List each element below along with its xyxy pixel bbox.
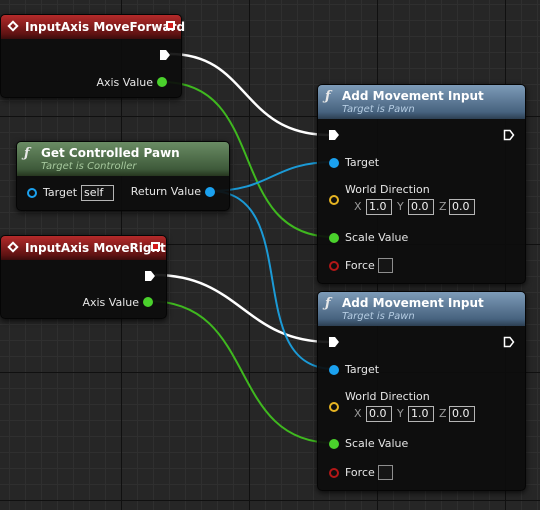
world-direction-pin[interactable]: [329, 195, 339, 205]
target-pin[interactable]: [27, 188, 37, 198]
float-wire-right: [147, 300, 335, 444]
force-checkbox[interactable]: [378, 465, 393, 480]
target-pin[interactable]: [329, 158, 339, 168]
y-field[interactable]: 0.0: [408, 199, 434, 215]
event-diamond-icon: [7, 20, 19, 32]
node-title: InputAxis MoveForward: [25, 20, 186, 34]
node-header[interactable]: ƒ Add Movement Input Target is Pawn: [318, 85, 525, 119]
add-movement-input-node-1[interactable]: ƒ Add Movement Input Target is Pawn Targ…: [317, 84, 526, 284]
exec-in-pin[interactable]: [328, 336, 340, 348]
output-delegate-pin[interactable]: [166, 21, 175, 30]
add-movement-input-node-2[interactable]: ƒ Add Movement Input Target is Pawn Targ…: [317, 291, 526, 491]
exec-out-pin[interactable]: [159, 49, 171, 61]
scale-value-pin[interactable]: [329, 233, 339, 243]
scale-value-label: Scale Value: [345, 437, 409, 450]
force-pin[interactable]: [329, 261, 339, 271]
node-header[interactable]: ƒ Add Movement Input Target is Pawn: [318, 292, 525, 326]
scale-value-label: Scale Value: [345, 231, 409, 244]
function-icon: ƒ: [24, 146, 30, 161]
exec-out-pin[interactable]: [503, 336, 515, 348]
force-pin[interactable]: [329, 468, 339, 478]
output-delegate-pin[interactable]: [151, 242, 160, 251]
exec-wire-right: [154, 273, 331, 344]
y-label: Y: [397, 200, 404, 213]
node-subtitle: Target is Controller: [41, 161, 137, 172]
node-title: Get Controlled Pawn: [41, 146, 180, 160]
node-subtitle: Target is Pawn: [342, 311, 415, 322]
x-field[interactable]: 1.0: [366, 199, 392, 215]
target-label: Target: [345, 156, 380, 169]
x-label: X: [354, 200, 362, 213]
return-value-label: Return Value: [130, 185, 201, 198]
y-field[interactable]: 1.0: [408, 406, 434, 422]
z-field[interactable]: 0.0: [449, 199, 475, 215]
object-wire-move2: [209, 190, 335, 370]
z-label: Z: [439, 200, 447, 213]
force-label: Force: [345, 466, 375, 479]
axis-value-pin[interactable]: [157, 77, 167, 87]
z-field[interactable]: 0.0: [449, 406, 475, 422]
exec-wire-forward: [169, 52, 331, 137]
node-subtitle: Target is Pawn: [342, 104, 415, 115]
exec-out-pin[interactable]: [503, 129, 515, 141]
function-icon: ƒ: [325, 296, 331, 311]
z-label: Z: [439, 407, 447, 420]
axis-value-pin[interactable]: [143, 297, 153, 307]
force-label: Force: [345, 259, 375, 272]
node-header[interactable]: InputAxis MoveRight: [1, 236, 166, 260]
axis-value-label: Axis Value: [82, 296, 139, 309]
target-label: Target: [345, 363, 380, 376]
node-title: Add Movement Input: [342, 296, 484, 310]
scale-value-pin[interactable]: [329, 439, 339, 449]
exec-out-pin[interactable]: [144, 270, 156, 282]
x-label: X: [354, 407, 362, 420]
force-checkbox[interactable]: [378, 258, 393, 273]
world-direction-label: World Direction: [345, 390, 430, 403]
input-axis-move-forward-node[interactable]: InputAxis MoveForward Axis Value: [0, 14, 185, 98]
target-pin[interactable]: [329, 365, 339, 375]
x-field[interactable]: 0.0: [366, 406, 392, 422]
axis-value-label: Axis Value: [96, 76, 153, 89]
node-header[interactable]: ƒ Get Controlled Pawn Target is Controll…: [17, 142, 229, 176]
node-title: InputAxis MoveRight: [25, 241, 166, 255]
target-label: Target: [43, 186, 78, 199]
function-icon: ƒ: [325, 89, 331, 104]
world-direction-pin[interactable]: [329, 402, 339, 412]
world-direction-label: World Direction: [345, 183, 430, 196]
return-value-pin[interactable]: [205, 187, 215, 197]
input-axis-move-right-node[interactable]: InputAxis MoveRight Axis Value: [0, 235, 167, 319]
exec-in-pin[interactable]: [328, 129, 340, 141]
y-label: Y: [397, 407, 404, 420]
event-diamond-icon: [7, 241, 19, 253]
node-title: Add Movement Input: [342, 89, 484, 103]
target-self-field[interactable]: self: [81, 185, 114, 201]
node-header[interactable]: InputAxis MoveForward: [1, 15, 185, 39]
get-controlled-pawn-node[interactable]: ƒ Get Controlled Pawn Target is Controll…: [16, 141, 230, 211]
